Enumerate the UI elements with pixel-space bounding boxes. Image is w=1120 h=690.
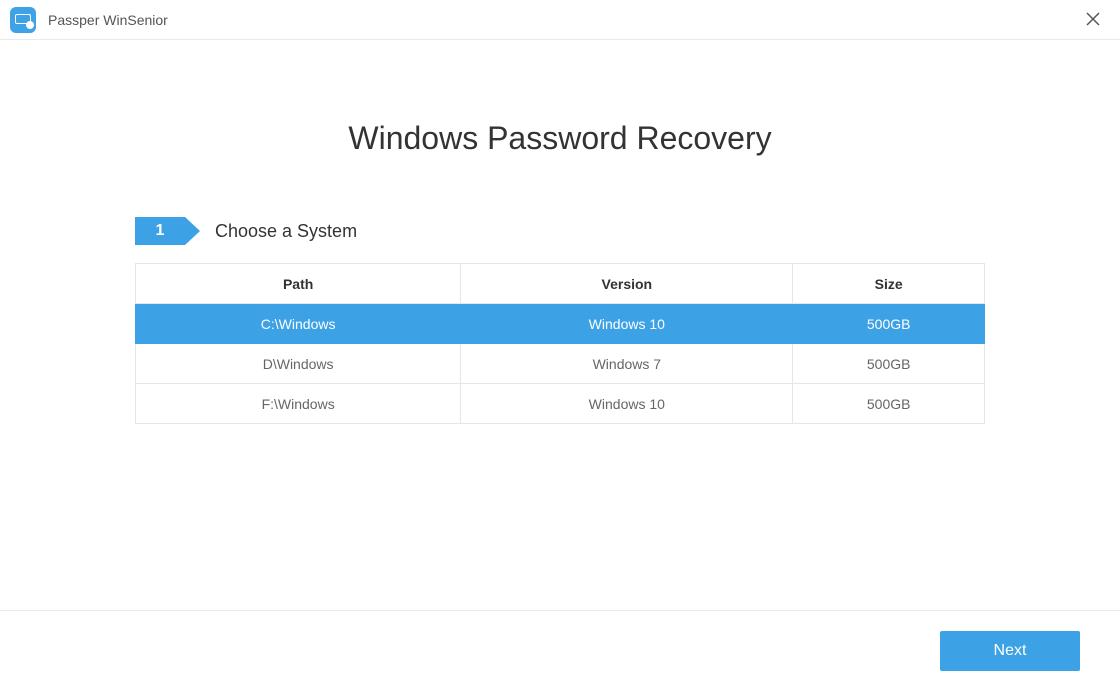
footer: Next — [0, 610, 1120, 690]
table-cell-path: F:\Windows — [136, 384, 461, 424]
table-cell-size: 500GB — [793, 304, 985, 344]
table-row[interactable]: D\WindowsWindows 7500GB — [136, 344, 985, 384]
step-header: 1 Choose a System — [135, 217, 985, 245]
table-cell-version: Windows 10 — [461, 304, 793, 344]
next-button[interactable]: Next — [940, 631, 1080, 671]
step-label: Choose a System — [215, 221, 357, 242]
column-header-path: Path — [136, 264, 461, 304]
app-icon — [10, 7, 36, 33]
page-title: Windows Password Recovery — [348, 120, 771, 157]
table-cell-path: D\Windows — [136, 344, 461, 384]
system-table: Path Version Size C:\WindowsWindows 1050… — [135, 263, 985, 424]
table-row[interactable]: F:\WindowsWindows 10500GB — [136, 384, 985, 424]
table-cell-path: C:\Windows — [136, 304, 461, 344]
table-cell-version: Windows 10 — [461, 384, 793, 424]
step-number-badge: 1 — [135, 217, 185, 245]
table-cell-version: Windows 7 — [461, 344, 793, 384]
table-header-row: Path Version Size — [136, 264, 985, 304]
close-button[interactable] — [1086, 11, 1100, 29]
step-container: 1 Choose a System Path Version Size C:\W… — [135, 217, 985, 424]
main-content: Windows Password Recovery 1 Choose a Sys… — [0, 40, 1120, 424]
column-header-version: Version — [461, 264, 793, 304]
column-header-size: Size — [793, 264, 985, 304]
titlebar: Passper WinSenior — [0, 0, 1120, 40]
table-cell-size: 500GB — [793, 344, 985, 384]
close-icon — [1086, 12, 1100, 26]
table-row[interactable]: C:\WindowsWindows 10500GB — [136, 304, 985, 344]
app-title: Passper WinSenior — [48, 12, 168, 28]
table-cell-size: 500GB — [793, 384, 985, 424]
